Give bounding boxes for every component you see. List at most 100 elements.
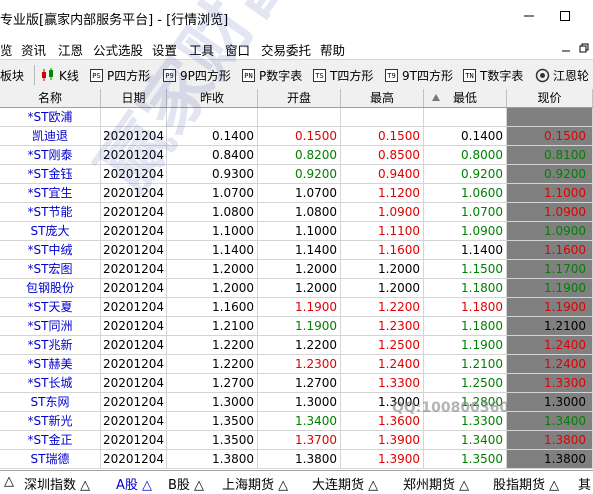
cell-open: 1.3800 — [258, 450, 341, 469]
cell-open: 1.3700 — [258, 431, 341, 450]
cell-low: 0.1400 — [424, 127, 507, 146]
table-row[interactable]: *ST金正 20201204 1.3500 1.3700 1.3900 1.3400 1.3… — [0, 431, 593, 450]
menu-window[interactable]: 窗口 — [225, 40, 250, 59]
toolbar-sector-button[interactable]: 板块 — [0, 67, 24, 83]
toolbar-kline-button[interactable]: K线 — [40, 67, 79, 83]
cell-prev: 1.2100 — [167, 317, 258, 336]
tab-other[interactable]: 其 — [578, 474, 591, 493]
col-header-high[interactable]: 最高 — [341, 89, 424, 107]
table-row[interactable]: *ST宜生 20201204 1.0700 1.0700 1.1200 1.0600 1.1… — [0, 184, 593, 203]
table-row[interactable]: *ST长城 20201204 1.2700 1.2700 1.3300 1.2500 1.3… — [0, 374, 593, 393]
menu-formula[interactable]: 公式选股 — [93, 40, 143, 59]
tab-left-arrow[interactable]: △ — [4, 474, 14, 489]
table-row[interactable]: *ST新光 20201204 1.3500 1.3400 1.3600 1.3300 1.3… — [0, 412, 593, 431]
cell-name: 包钢股份 — [0, 279, 101, 298]
table-row[interactable]: ST瑞德 20201204 1.3800 1.3800 1.3900 1.3500 1.38… — [0, 450, 593, 469]
table-header: 名称 日期 昨收 开盘 最高 最低 现价 — [0, 89, 593, 108]
table-row[interactable]: *ST刚泰 20201204 0.8400 0.8200 0.8500 0.8000 0.8… — [0, 146, 593, 165]
tab-a-share[interactable]: A股 △ — [116, 474, 152, 493]
col-header-prev[interactable]: 昨收 — [167, 89, 258, 107]
menu-trade[interactable]: 交易委托 — [261, 40, 311, 59]
cell-date: 20201204 — [101, 241, 167, 260]
col-header-date[interactable]: 日期 — [101, 89, 167, 107]
table-row[interactable]: *ST欧浦 — [0, 108, 593, 127]
cell-open: 1.0800 — [258, 203, 341, 222]
maximize-button[interactable] — [553, 6, 577, 26]
table-row[interactable]: *ST金钰 20201204 0.9300 0.9200 0.9400 0.9200 0.9… — [0, 165, 593, 184]
col-header-price[interactable]: 现价 — [507, 89, 593, 107]
restore-icon — [579, 43, 589, 53]
table-row[interactable]: *ST宏图 20201204 1.2000 1.2000 1.2000 1.1500 1.1… — [0, 260, 593, 279]
sort-arrow-icon — [432, 94, 440, 101]
toolbar-p-square-button[interactable]: PS P四方形 — [90, 67, 150, 83]
mdi-minimize-button[interactable] — [560, 42, 572, 54]
col-header-open[interactable]: 开盘 — [258, 89, 341, 107]
cell-low: 0.9200 — [424, 165, 507, 184]
cell-high: 1.2300 — [341, 317, 424, 336]
table-row[interactable]: *ST同洲 20201204 1.2100 1.1900 1.2300 1.1800 1.2… — [0, 317, 593, 336]
toolbar-p-number-button[interactable]: PN P数字表 — [242, 67, 302, 83]
table-row[interactable]: *ST赫美 20201204 1.2200 1.2300 1.2400 1.2100 1.2… — [0, 355, 593, 374]
cell-open — [258, 108, 341, 127]
cell-prev: 1.2200 — [167, 336, 258, 355]
toolbar-gann-wheel-button[interactable]: 江恩轮 — [535, 67, 589, 83]
cell-prev: 1.3500 — [167, 431, 258, 450]
maximize-icon — [560, 11, 570, 21]
cell-prev: 1.2700 — [167, 374, 258, 393]
toolbar-9p-square-button[interactable]: P9 9P四方形 — [163, 67, 231, 83]
cell-name: 凯迪退 — [0, 127, 101, 146]
menu-news[interactable]: 资讯 — [21, 40, 46, 59]
cell-prev: 0.1400 — [167, 127, 258, 146]
table-row[interactable]: 包钢股份 20201204 1.2000 1.2000 1.2000 1.1800 1.19… — [0, 279, 593, 298]
menu-view[interactable]: 览 — [0, 40, 13, 59]
cell-prev: 1.2000 — [167, 279, 258, 298]
tab-index-futures[interactable]: 股指期货 △ — [493, 474, 559, 493]
mdi-restore-button[interactable] — [578, 42, 590, 54]
table-row[interactable]: *ST节能 20201204 1.0800 1.0800 1.0900 1.0700 1.0… — [0, 203, 593, 222]
tab-b-share[interactable]: B股 △ — [168, 474, 204, 493]
cell-price: 1.1600 — [507, 241, 593, 260]
table-row[interactable]: *ST兆新 20201204 1.2200 1.2200 1.2500 1.1900 1.2… — [0, 336, 593, 355]
tab-dalian-futures[interactable]: 大连期货 △ — [312, 474, 378, 493]
tab-zhengzhou-futures[interactable]: 郑州期货 △ — [403, 474, 469, 493]
toolbar-t-square-button[interactable]: TS T四方形 — [313, 67, 373, 83]
cell-open: 1.3400 — [258, 412, 341, 431]
tab-shenzhen-index[interactable]: 深圳指数 △ — [24, 474, 90, 493]
minimize-icon — [524, 15, 534, 17]
cell-low: 1.3400 — [424, 431, 507, 450]
cell-prev: 0.9300 — [167, 165, 258, 184]
minimize-icon — [562, 50, 570, 52]
col-header-name[interactable]: 名称 — [0, 89, 101, 107]
menu-settings[interactable]: 设置 — [152, 40, 177, 59]
cell-low: 1.1900 — [424, 336, 507, 355]
cell-low: 0.8000 — [424, 146, 507, 165]
menu-help[interactable]: 帮助 — [320, 40, 345, 59]
cell-name: *ST新光 — [0, 412, 101, 431]
cell-name: *ST刚泰 — [0, 146, 101, 165]
menu-gann[interactable]: 江恩 — [58, 40, 83, 59]
toolbar: 板块 K线 PS P四方形 P9 9P四方形 PN P数字表 TS T四方形 T… — [0, 59, 593, 91]
table-row[interactable]: 凯迪退 20201204 0.1400 0.1500 0.1500 0.1400 0.150… — [0, 127, 593, 146]
table-row[interactable]: *ST天夏 20201204 1.1600 1.1900 1.2200 1.1800 1.1… — [0, 298, 593, 317]
cell-prev: 1.3000 — [167, 393, 258, 412]
cell-low: 1.1800 — [424, 298, 507, 317]
cell-open: 1.1900 — [258, 298, 341, 317]
cell-date — [101, 108, 167, 127]
cell-prev: 0.8400 — [167, 146, 258, 165]
cell-open: 1.2700 — [258, 374, 341, 393]
table-row[interactable]: *ST中绒 20201204 1.1400 1.1400 1.1600 1.1400 1.1… — [0, 241, 593, 260]
cell-low: 1.0600 — [424, 184, 507, 203]
tab-shanghai-futures[interactable]: 上海期货 △ — [222, 474, 288, 493]
table-row[interactable]: ST庞大 20201204 1.1000 1.1000 1.1100 1.0900 1.09… — [0, 222, 593, 241]
sector-label: 板块 — [0, 68, 25, 83]
menu-tools[interactable]: 工具 — [189, 40, 214, 59]
minimize-button[interactable] — [517, 6, 541, 26]
table-row[interactable]: ST东网 20201204 1.3000 1.3000 1.3000 1.2800 1.30… — [0, 393, 593, 412]
cell-price: 1.2100 — [507, 317, 593, 336]
cell-date: 20201204 — [101, 203, 167, 222]
toolbar-t-number-button[interactable]: TN T数字表 — [463, 67, 523, 83]
t-square-icon: TS — [313, 68, 326, 82]
cell-open: 1.1900 — [258, 317, 341, 336]
toolbar-9t-square-button[interactable]: T9 9T四方形 — [385, 67, 453, 83]
cell-name: *ST金正 — [0, 431, 101, 450]
